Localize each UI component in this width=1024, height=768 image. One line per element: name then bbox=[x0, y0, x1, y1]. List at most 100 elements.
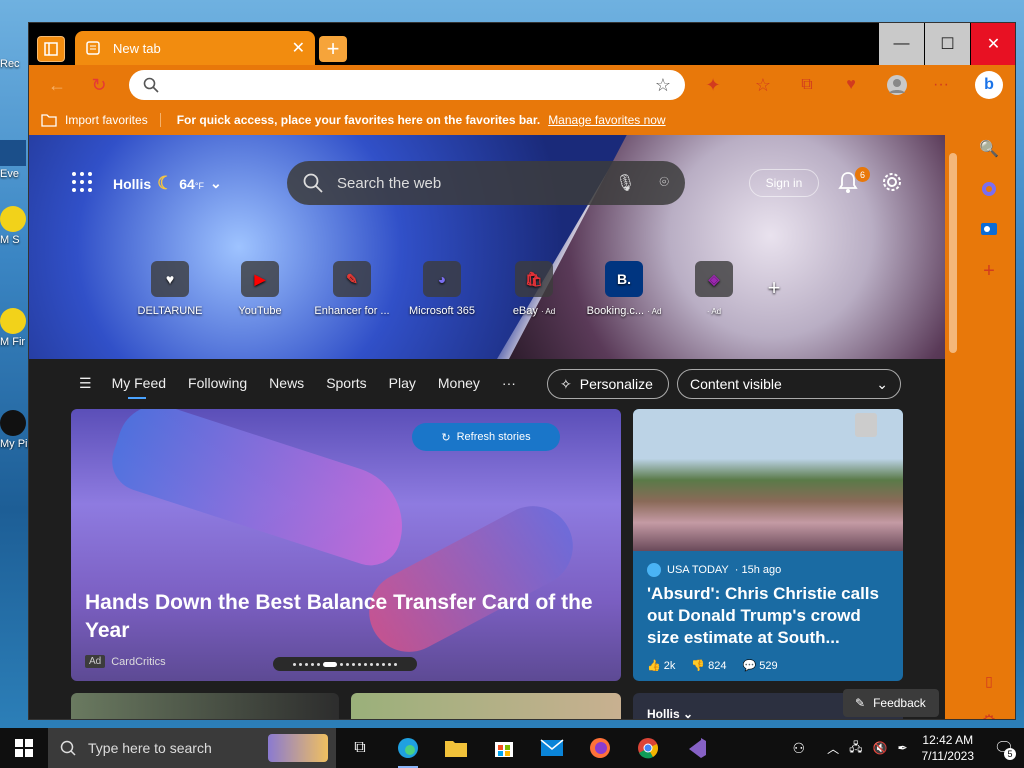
story-card-row2[interactable] bbox=[71, 693, 339, 719]
sign-in-button[interactable]: Sign in bbox=[749, 169, 819, 197]
refresh-stories-button[interactable]: ↻ Refresh stories bbox=[412, 423, 560, 451]
taskbar-search-box[interactable]: Type here to search bbox=[48, 728, 336, 768]
carousel-dot[interactable] bbox=[299, 662, 302, 666]
clock[interactable]: 12:42 AM 7/11/2023 bbox=[922, 732, 975, 764]
taskbar-file-explorer[interactable] bbox=[432, 728, 480, 768]
pen-icon[interactable]: ✒ bbox=[897, 741, 907, 755]
quick-link-deltarune[interactable]: ♥ DELTARUNE bbox=[125, 261, 215, 317]
carousel-dot[interactable] bbox=[305, 662, 308, 666]
weather-widget[interactable]: Hollis ☾ 64°F ⌄ bbox=[113, 173, 222, 194]
taskbar-chrome[interactable] bbox=[624, 728, 672, 768]
carousel-dot[interactable] bbox=[370, 662, 373, 666]
desktop-icon-recycle-bin[interactable]: Rec bbox=[0, 58, 30, 70]
action-center-button[interactable]: 🗨 5 bbox=[984, 728, 1024, 768]
carousel-dot[interactable] bbox=[382, 662, 385, 666]
visual-search-icon[interactable]: ⌾ bbox=[659, 174, 669, 192]
favorites-icon[interactable]: ☆ bbox=[751, 73, 775, 97]
weather-card-location[interactable]: Hollis ⌄ bbox=[647, 707, 693, 719]
page-settings-gear-icon[interactable] bbox=[881, 171, 903, 193]
address-bar[interactable]: ☆ bbox=[129, 70, 685, 100]
tab-news[interactable]: News bbox=[269, 375, 304, 391]
desktop-icon-firefox[interactable]: M Fir bbox=[0, 308, 30, 348]
quick-link-youtube[interactable]: ▶ YouTube bbox=[215, 261, 305, 317]
microphone-icon[interactable]: 🎙 bbox=[615, 173, 635, 193]
taskbar-store[interactable] bbox=[480, 728, 528, 768]
sidebar-m365-icon[interactable] bbox=[979, 179, 999, 199]
close-window-button[interactable]: ✕ bbox=[971, 23, 1015, 65]
carousel-pagination[interactable] bbox=[273, 657, 417, 671]
volume-muted-icon[interactable]: 🔇 bbox=[872, 741, 887, 755]
quick-link-booking[interactable]: B. Booking.c... · Ad bbox=[579, 261, 669, 317]
show-hidden-icons-chevron-icon[interactable]: ︿ bbox=[827, 740, 839, 757]
card-headline[interactable]: Hands Down the Best Balance Transfer Car… bbox=[85, 589, 605, 645]
tab-actions-button[interactable] bbox=[37, 36, 65, 62]
story-card-row2[interactable] bbox=[351, 693, 621, 719]
carousel-dot[interactable] bbox=[358, 662, 361, 666]
carousel-dot[interactable] bbox=[376, 662, 379, 666]
content-visibility-dropdown[interactable]: Content visible ⌄ bbox=[677, 369, 901, 399]
page-scrollbar[interactable] bbox=[945, 135, 961, 719]
taskbar-edge[interactable] bbox=[384, 728, 432, 768]
refresh-button[interactable]: ↻ bbox=[87, 73, 111, 97]
more-menu-icon[interactable]: ··· bbox=[929, 73, 953, 97]
quick-link-enhancer[interactable]: ✎ Enhancer for ... bbox=[307, 261, 397, 317]
tab-money[interactable]: Money bbox=[438, 375, 480, 391]
network-icon[interactable]: 🖧 bbox=[849, 738, 862, 759]
add-quick-link-button[interactable]: + bbox=[759, 275, 789, 301]
quick-link-microsoft-365[interactable]: ◕ Microsoft 365 bbox=[397, 261, 487, 317]
new-tab-button[interactable]: + bbox=[319, 36, 347, 62]
like-button[interactable]: 👍 2k bbox=[647, 659, 675, 672]
app-launcher-icon[interactable] bbox=[71, 171, 93, 193]
carousel-dot[interactable] bbox=[364, 662, 367, 666]
minimize-button[interactable]: — bbox=[879, 23, 924, 65]
collections-icon[interactable]: ⧉ bbox=[795, 73, 819, 97]
desktop-icon-everything[interactable]: Eve bbox=[0, 140, 30, 180]
manage-favorites-link[interactable]: Manage favorites now bbox=[548, 113, 665, 127]
news-card[interactable]: USA TODAY · 15h ago 'Absurd': Chris Chri… bbox=[633, 409, 903, 681]
profile-avatar[interactable] bbox=[885, 73, 909, 97]
tab-sports[interactable]: Sports bbox=[326, 375, 366, 391]
close-tab-icon[interactable]: ✕ bbox=[292, 38, 305, 58]
carousel-dot[interactable] bbox=[394, 662, 397, 666]
taskbar-visual-studio[interactable] bbox=[672, 728, 720, 768]
sidebar-settings-icon[interactable]: ⚙ bbox=[979, 711, 999, 719]
quick-link-sponsored[interactable]: ◈ · Ad bbox=[669, 261, 759, 317]
tab-following[interactable]: Following bbox=[188, 375, 247, 391]
carousel-dot[interactable] bbox=[388, 662, 391, 666]
scroll-thumb[interactable] bbox=[949, 153, 957, 353]
sidebar-search-icon[interactable]: 🔍 bbox=[979, 139, 999, 159]
sidebar-hide-icon[interactable]: ▯ bbox=[979, 671, 999, 691]
desktop-icon-m-s[interactable]: M S bbox=[0, 206, 30, 246]
comments-button[interactable]: 💬 529 bbox=[743, 659, 778, 672]
health-icon[interactable]: ♥ bbox=[839, 73, 863, 97]
carousel-dot[interactable] bbox=[317, 662, 320, 666]
desktop-icon-ping[interactable]: My Ping bbox=[0, 410, 30, 450]
maximize-button[interactable]: ☐ bbox=[925, 23, 970, 65]
news-headline[interactable]: 'Absurd': Chris Christie calls out Donal… bbox=[647, 583, 893, 649]
task-view-button[interactable]: ⧉ bbox=[336, 728, 384, 768]
dislike-button[interactable]: 👎 824 bbox=[691, 659, 726, 672]
feedback-button[interactable]: ✎ Feedback bbox=[843, 689, 939, 717]
carousel-dot[interactable] bbox=[352, 662, 355, 666]
carousel-dot[interactable] bbox=[311, 662, 314, 666]
tab-my-feed[interactable]: My Feed bbox=[112, 375, 166, 399]
taskbar-firefox[interactable] bbox=[576, 728, 624, 768]
personalize-button[interactable]: ✧ Personalize bbox=[547, 369, 669, 399]
quick-link-ebay[interactable]: 🛍 eBay · Ad bbox=[489, 261, 579, 317]
people-icon[interactable]: ⚇ bbox=[793, 740, 806, 757]
import-favorites-button[interactable]: Import favorites bbox=[41, 113, 161, 127]
extensions-icon[interactable]: ✦ bbox=[701, 73, 725, 97]
carousel-dot-active[interactable] bbox=[323, 661, 337, 667]
carousel-dot[interactable] bbox=[340, 662, 343, 666]
sidebar-add-icon[interactable]: + bbox=[979, 260, 999, 282]
carousel-dot[interactable] bbox=[293, 662, 296, 666]
favorite-star-icon[interactable]: ☆ bbox=[655, 75, 671, 96]
sidebar-outlook-icon[interactable] bbox=[979, 219, 999, 239]
tab-new-tab[interactable]: New tab ✕ bbox=[75, 31, 315, 65]
hamburger-icon[interactable]: ☰ bbox=[79, 375, 92, 392]
web-search-box[interactable]: Search the web 🎙 ⌾ bbox=[287, 161, 685, 205]
featured-ad-card[interactable]: ↻ Refresh stories Hands Down the Best Ba… bbox=[71, 409, 621, 681]
more-tabs-button[interactable]: ··· bbox=[502, 375, 516, 391]
bing-copilot-icon[interactable]: b bbox=[975, 71, 1003, 99]
start-button[interactable] bbox=[0, 728, 48, 768]
